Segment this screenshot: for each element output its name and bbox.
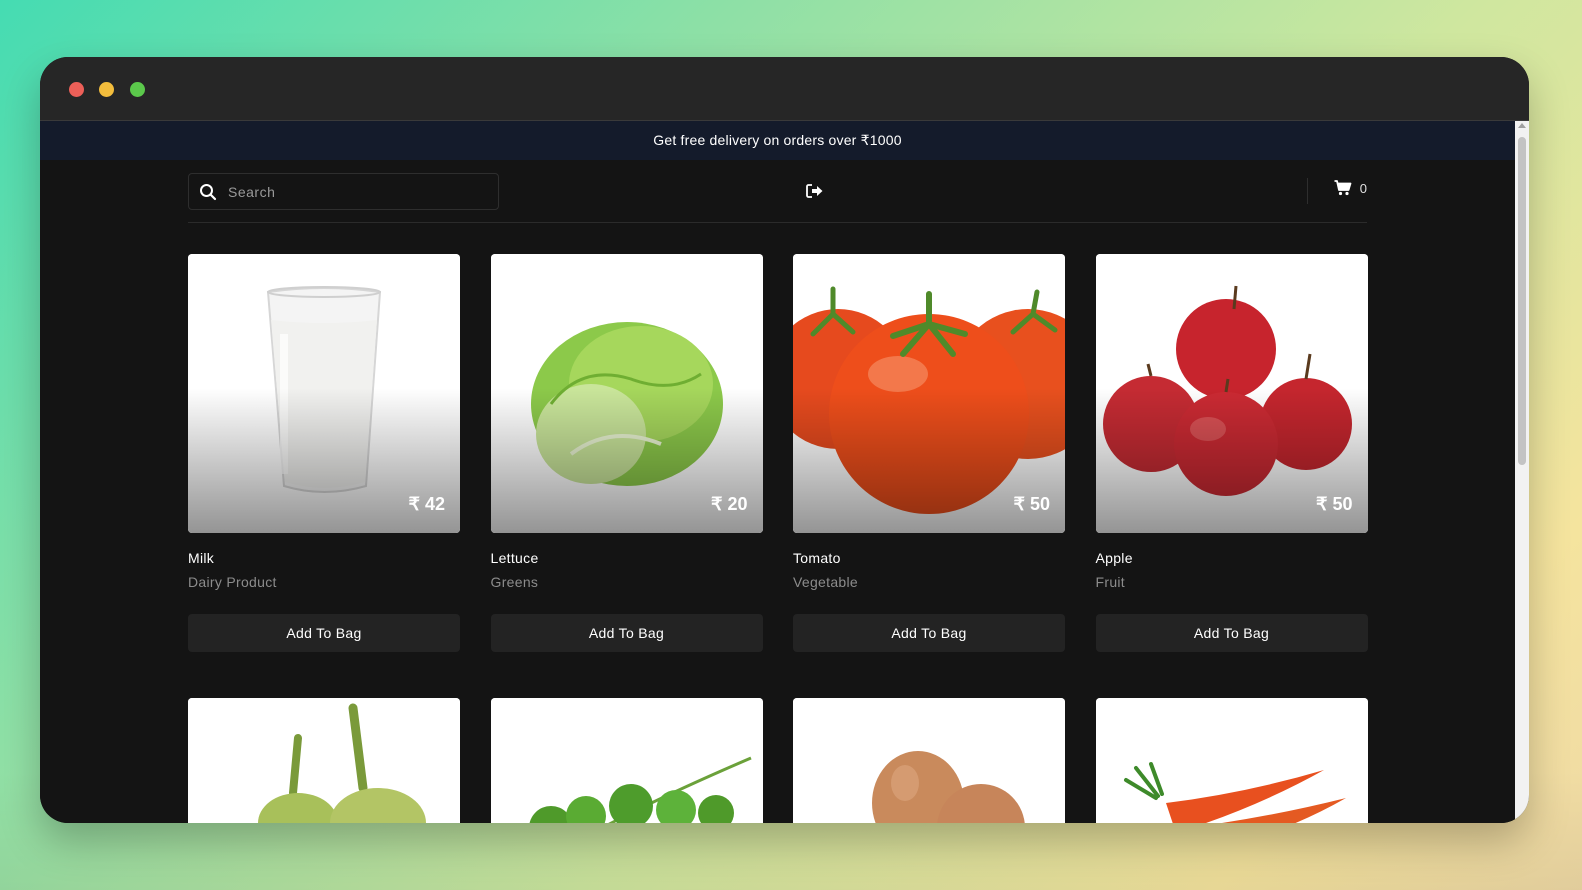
product-image[interactable]: ₹ 50 [793, 254, 1065, 533]
scroll-up-icon[interactable] [1518, 123, 1526, 128]
product-image[interactable] [793, 698, 1065, 823]
logout-button[interactable] [805, 181, 825, 201]
product-card-eggplant [188, 698, 460, 823]
scrollbar-thumb[interactable] [1518, 137, 1526, 465]
promo-text: Get free delivery on orders over ₹1000 [653, 132, 902, 148]
sign-out-icon [806, 184, 823, 198]
product-name: Lettuce [490, 550, 539, 566]
add-to-bag-button[interactable]: Add To Bag [793, 614, 1065, 652]
price-tag: ₹ 50 [1316, 494, 1353, 514]
carrot-icon [1095, 698, 1368, 823]
product-image[interactable]: ₹ 50 [1095, 254, 1368, 533]
main-content: 0 ₹ 42 [188, 160, 1368, 823]
search-icon [199, 183, 217, 201]
vertical-scrollbar[interactable] [1515, 121, 1529, 823]
product-image[interactable] [188, 698, 460, 823]
product-name: Apple [1095, 550, 1133, 566]
product-category: Fruit [1095, 574, 1125, 590]
cart-divider [1307, 178, 1308, 204]
add-to-bag-button[interactable]: Add To Bag [1095, 614, 1368, 652]
product-image[interactable] [1095, 698, 1368, 823]
product-category: Greens [490, 574, 539, 590]
window-titlebar [40, 57, 1529, 121]
product-image[interactable] [490, 698, 763, 823]
maximize-window-button[interactable] [130, 82, 145, 97]
product-name: Milk [188, 550, 215, 566]
navbar: 0 [188, 160, 1367, 223]
product-card-eggs [793, 698, 1065, 823]
product-image[interactable]: ₹ 42 [188, 254, 460, 533]
product-card-milk: ₹ 42 Milk Dairy Product Add To Bag [188, 254, 460, 652]
shopping-cart-icon [1334, 180, 1352, 196]
eggplant-icon [188, 698, 460, 823]
page-viewport: Get free delivery on orders over ₹1000 S… [40, 121, 1515, 823]
product-card-lettuce: ₹ 20 Lettuce Greens Add To Bag [490, 254, 763, 652]
product-image[interactable]: ₹ 20 [490, 254, 763, 533]
product-name: Tomato [793, 550, 841, 566]
eggs-icon [793, 698, 1065, 823]
minimize-window-button[interactable] [99, 82, 114, 97]
product-card-carrots [1095, 698, 1368, 823]
cart-count: 0 [1359, 180, 1367, 196]
product-card-coriander [490, 698, 763, 823]
add-to-bag-button[interactable]: Add To Bag [490, 614, 763, 652]
cart-button[interactable]: 0 [1334, 180, 1367, 196]
coriander-icon [490, 698, 763, 823]
search-box[interactable] [188, 173, 499, 210]
price-tag: ₹ 42 [408, 494, 445, 514]
product-category: Vegetable [793, 574, 858, 590]
product-card-apple: ₹ 50 Apple Fruit Add To Bag [1095, 254, 1368, 652]
add-to-bag-button[interactable]: Add To Bag [188, 614, 460, 652]
close-window-button[interactable] [69, 82, 84, 97]
product-category: Dairy Product [188, 574, 277, 590]
price-tag: ₹ 20 [711, 494, 748, 514]
browser-window: Get free delivery on orders over ₹1000 S… [40, 57, 1529, 823]
product-grid: ₹ 42 Milk Dairy Product Add To Bag ₹ 20 … [188, 254, 1368, 823]
search-input[interactable] [228, 183, 478, 200]
promo-banner: Get free delivery on orders over ₹1000 [40, 121, 1515, 160]
price-tag: ₹ 50 [1013, 494, 1050, 514]
product-card-tomato: ₹ 50 Tomato Vegetable Add To Bag [793, 254, 1065, 652]
